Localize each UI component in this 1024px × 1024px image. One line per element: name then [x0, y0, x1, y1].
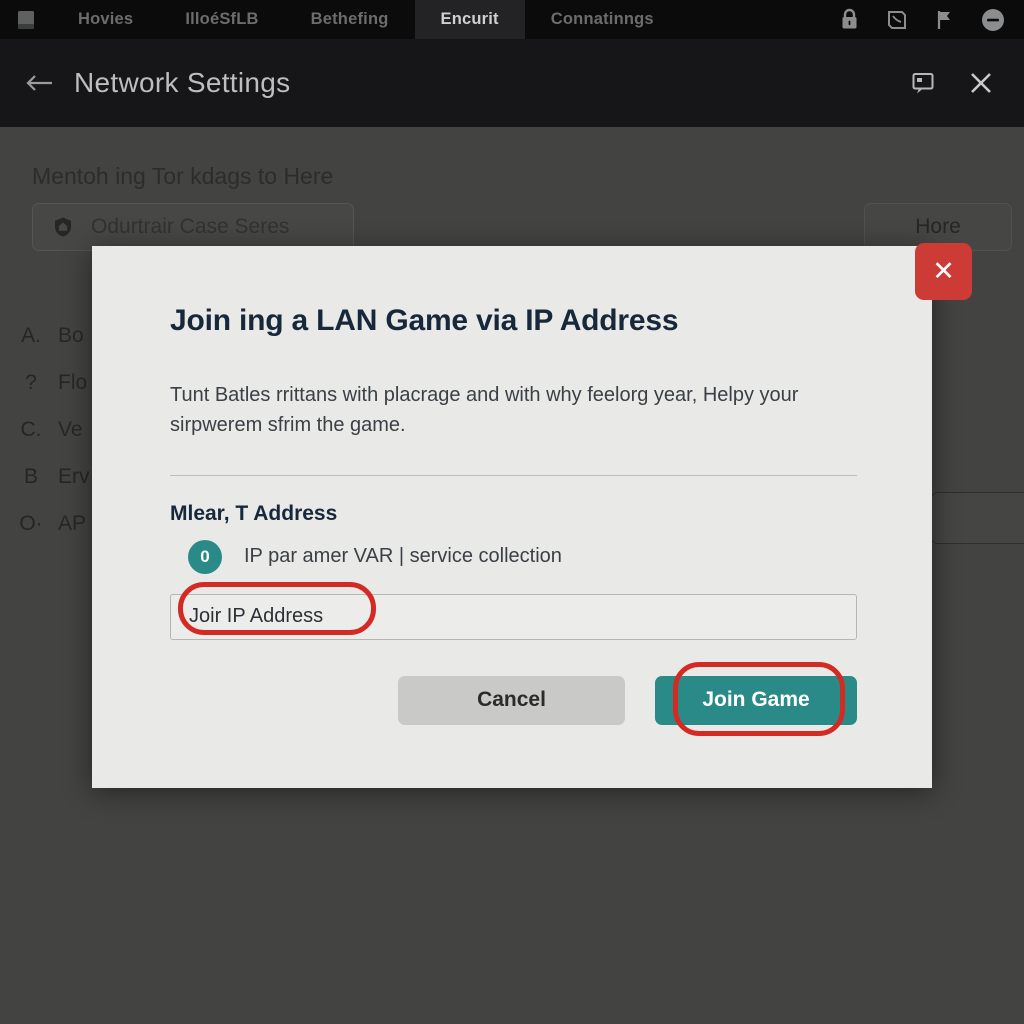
- flag-icon[interactable]: [932, 7, 958, 33]
- join-game-button[interactable]: Join Game: [655, 675, 857, 725]
- page-title: Network Settings: [74, 67, 291, 98]
- dialog-button-row: Cancel Join Game: [170, 661, 857, 736]
- top-tab-hovies[interactable]: Hovies: [52, 0, 159, 39]
- arrow-left-icon[interactable]: [18, 62, 60, 104]
- ip-input-wrapper: [170, 581, 857, 640]
- page-header-bar: Network Settings: [0, 39, 1024, 127]
- lock-icon[interactable]: [836, 7, 862, 33]
- dialog-title: Join ing a LAN Game via IP Address: [170, 304, 679, 337]
- background-chip-button[interactable]: Odurtrair Case Seres: [32, 203, 354, 251]
- top-navigation-bar: Hovies IlloéSfLB Bethefing Encurit Conna…: [0, 0, 1024, 39]
- list-item-label: Bo: [58, 324, 84, 347]
- dialog-divider: [170, 474, 857, 476]
- shield-home-icon: [51, 215, 75, 239]
- scroll-icon[interactable]: [884, 7, 910, 33]
- list-item-marker: A.: [21, 324, 41, 347]
- top-tab-illoesflb[interactable]: IlloéSfLB: [159, 0, 284, 39]
- close-icon[interactable]: ✕: [915, 243, 972, 300]
- dialog-body: Join ing a LAN Game via IP Address Tunt …: [92, 246, 932, 736]
- list-item-marker: ?: [25, 371, 37, 394]
- top-tab-bethefing[interactable]: Bethefing: [285, 0, 415, 39]
- dialog-description: Tunt Batles rrittans with placrage and w…: [170, 384, 799, 437]
- page-header-icon-group: [906, 66, 1006, 100]
- ip-hint-row: 0 IP par amer VAR | service collection: [170, 539, 854, 574]
- list-item-label: Erv: [58, 465, 90, 488]
- list-item-marker: B: [23, 465, 38, 488]
- minus-circle-icon[interactable]: [980, 7, 1006, 33]
- list-item-label: Ve: [58, 418, 83, 441]
- top-tab-connatinngs[interactable]: Connatinngs: [525, 0, 680, 39]
- ip-address-field-label: Mlear, T Address: [170, 501, 338, 525]
- comment-icon[interactable]: [906, 66, 940, 100]
- info-badge-icon: 0: [188, 539, 222, 574]
- join-lan-game-dialog: ✕ Join ing a LAN Game via IP Address Tun…: [92, 243, 972, 788]
- app-root: Hovies IlloéSfLB Bethefing Encurit Conna…: [0, 0, 1024, 1024]
- cancel-button[interactable]: Cancel: [398, 675, 625, 725]
- ip-hint-text: IP par amer VAR | service collection: [244, 545, 562, 568]
- close-icon[interactable]: [964, 66, 998, 100]
- top-tab-encurit[interactable]: Encurit: [414, 0, 525, 39]
- list-item-label: Flo: [58, 371, 88, 394]
- list-item-marker: O·: [19, 512, 43, 535]
- ip-address-input[interactable]: [170, 593, 857, 640]
- list-item-label: AP: [58, 512, 87, 535]
- book-icon[interactable]: [0, 9, 52, 31]
- topbar-icon-group: [836, 7, 1024, 33]
- list-item-marker: C.: [20, 418, 42, 441]
- background-section-label: Mentoh ing Tor kdags to Here: [32, 163, 334, 189]
- background-chip-label: Odurtrair Case Seres: [91, 215, 290, 238]
- top-tab-list: Hovies IlloéSfLB Bethefing Encurit Conna…: [52, 0, 680, 39]
- background-right-field[interactable]: [930, 492, 1024, 544]
